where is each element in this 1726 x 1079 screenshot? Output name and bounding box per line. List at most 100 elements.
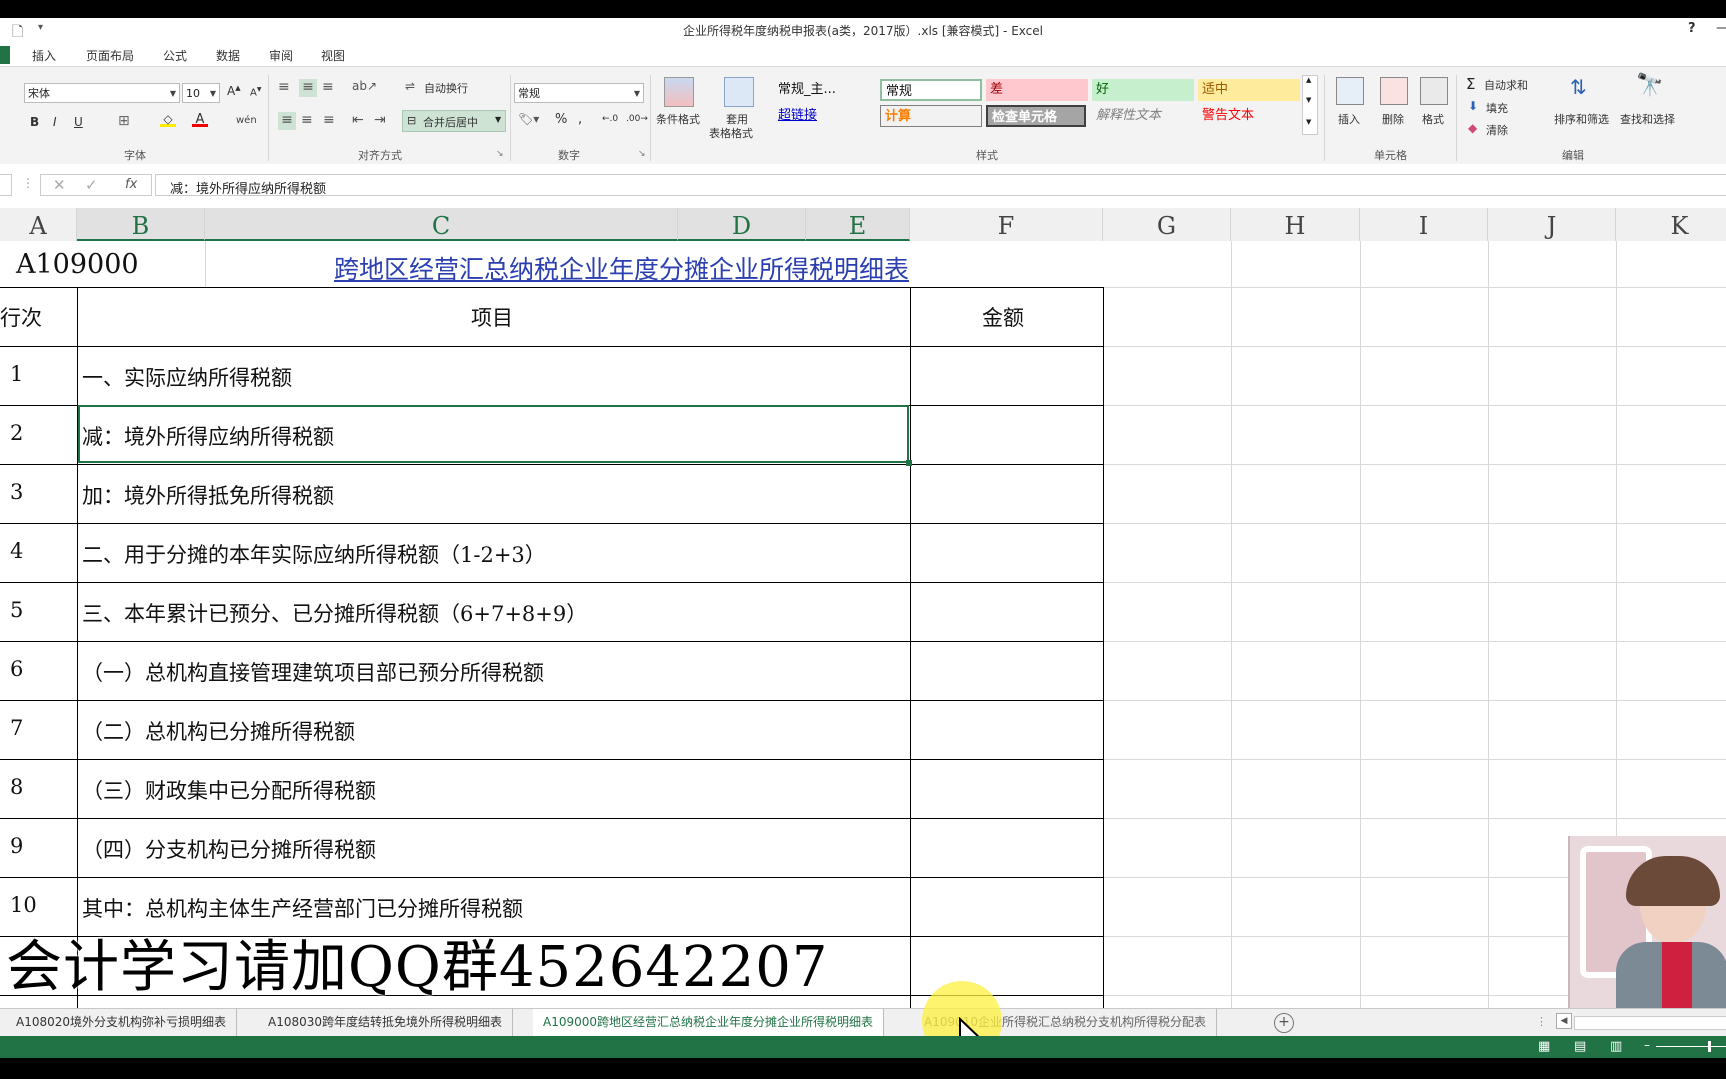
tab-scroll-dots[interactable]: ⋮ [1536, 1015, 1547, 1028]
decrease-decimal-icon[interactable]: .00→ [626, 114, 648, 124]
col-header-h[interactable]: H [1231, 208, 1360, 241]
sigma-icon[interactable]: Σ [1466, 75, 1475, 93]
merge-center-button[interactable]: ⊟ 合并后居中 ▼ [402, 110, 506, 132]
number-launcher-icon[interactable]: ↘ [638, 149, 646, 159]
increase-decimal-icon[interactable]: ←.0 [602, 114, 618, 124]
binoculars-icon[interactable]: 🔭 [1636, 73, 1663, 98]
add-sheet-button[interactable]: + [1274, 1013, 1294, 1033]
normal-view-icon[interactable]: ▦ [1538, 1039, 1550, 1054]
styles-gallery-scroll[interactable]: ▲ ▼ ▼ [1302, 75, 1318, 135]
find-select-button[interactable]: 查找和选择 [1620, 111, 1675, 127]
fill-down-icon[interactable]: ⬇ [1468, 99, 1478, 113]
col-header-f[interactable]: F [910, 208, 1103, 241]
style-good[interactable]: 好 [1092, 79, 1194, 101]
insert-cells-icon[interactable] [1336, 77, 1364, 105]
align-top-icon[interactable]: ≡ [278, 79, 290, 95]
col-header-a[interactable]: A [0, 208, 77, 241]
currency-icon[interactable]: 🏷▾ [518, 112, 539, 126]
sheet-tab[interactable]: A108020境外分支机构弥补亏损明细表 [6, 1009, 238, 1036]
zoom-slider-thumb[interactable] [1708, 1041, 1711, 1052]
shrink-font-icon[interactable]: A▼ [250, 86, 261, 98]
col-header-b[interactable]: B [77, 208, 205, 241]
decrease-indent-icon[interactable]: ⇤ [352, 112, 364, 128]
col-header-j[interactable]: J [1488, 208, 1616, 241]
align-right-icon[interactable]: ≡ [323, 112, 335, 128]
fill-button[interactable]: 填充 [1486, 100, 1508, 116]
align-middle-icon[interactable]: ≡ [299, 79, 317, 97]
tab-page-layout[interactable]: 页面布局 [86, 47, 134, 64]
row-item[interactable]: 其中：总机构主体生产经营部门已分摊所得税额 [82, 893, 523, 923]
row-item[interactable]: （一）总机构直接管理建筑项目部已预分所得税额 [82, 657, 544, 687]
eraser-icon[interactable]: ◆ [1468, 121, 1477, 135]
insert-cells-button[interactable]: 插入 [1338, 111, 1360, 127]
scroll-left-icon[interactable]: ◀ [1556, 1013, 1572, 1029]
table-format-label-2[interactable]: 表格格式 [709, 125, 753, 141]
col-header-g[interactable]: G [1103, 208, 1231, 241]
row-item[interactable]: （二）总机构已分摊所得税额 [82, 716, 355, 746]
col-header-d[interactable]: D [678, 208, 806, 241]
col-header-i[interactable]: I [1360, 208, 1488, 241]
autosum-button[interactable]: 自动求和 [1484, 77, 1528, 93]
row-item[interactable]: 减：境外所得应纳所得税额 [82, 421, 334, 451]
number-format-combo[interactable]: 常规 ▼ [514, 83, 644, 103]
zoom-slider[interactable] [1656, 1046, 1726, 1047]
sort-filter-button[interactable]: 排序和筛选 [1554, 111, 1609, 127]
orientation-icon[interactable]: ab↗ [352, 79, 377, 93]
worksheet-grid[interactable]: A109000 跨地区经营汇总纳税企业年度分摊企业所得税明细表 行次 项目 金额… [0, 241, 1726, 1008]
style-normal[interactable]: 常规 [880, 79, 982, 101]
tab-data[interactable]: 数据 [216, 47, 240, 64]
horizontal-scrollbar[interactable] [1574, 1016, 1726, 1030]
row-item[interactable]: 加：境外所得抵免所得税额 [82, 480, 334, 510]
format-cells-icon[interactable] [1420, 77, 1448, 105]
zoom-out-icon[interactable]: – [1644, 1038, 1650, 1052]
conditional-format-icon[interactable] [664, 77, 694, 107]
row-item[interactable]: 一、实际应纳所得税额 [82, 362, 292, 392]
table-format-icon[interactable] [724, 77, 754, 107]
row-item[interactable]: 三、本年累计已预分、已分摊所得税额（6+7+8+9） [82, 598, 587, 628]
italic-icon[interactable]: I [53, 115, 57, 129]
delete-cells-icon[interactable] [1380, 77, 1408, 105]
fill-color-icon[interactable]: ◇ [160, 112, 176, 130]
col-header-e[interactable]: E [806, 208, 910, 241]
sort-filter-icon[interactable]: ⇅ [1570, 75, 1587, 99]
row-item[interactable]: 二、用于分摊的本年实际应纳所得税额（1-2+3） [82, 539, 546, 569]
underline-icon[interactable]: U [74, 115, 83, 129]
tab-view[interactable]: 视图 [321, 47, 345, 64]
font-size-combo[interactable]: 10 ▼ [182, 83, 220, 103]
format-cells-button[interactable]: 格式 [1422, 111, 1444, 127]
style-check-cell[interactable]: 检查单元格 [986, 105, 1086, 127]
style-bad[interactable]: 差 [986, 79, 1088, 101]
col-header-c[interactable]: C [205, 208, 678, 241]
tab-insert[interactable]: 插入 [32, 47, 56, 64]
sheet-tab-active[interactable]: A109000跨地区经营汇总纳税企业年度分摊企业所得税明细表 [533, 1009, 885, 1038]
delete-cells-button[interactable]: 删除 [1382, 111, 1404, 127]
cancel-icon[interactable]: ✕ [53, 176, 66, 194]
row-item[interactable]: （三）财政集中已分配所得税额 [82, 775, 376, 805]
phonetic-icon[interactable]: wén [236, 115, 257, 126]
comma-icon[interactable]: , [578, 112, 582, 127]
wrap-text-icon[interactable]: ⇌ [405, 79, 415, 93]
clear-button[interactable]: 清除 [1486, 122, 1508, 138]
style-normal-main[interactable]: 常规_主... [774, 79, 876, 101]
conditional-format-button[interactable]: 条件格式 [656, 111, 700, 127]
col-header-k[interactable]: K [1616, 208, 1726, 241]
file-tab[interactable] [0, 46, 10, 64]
tab-formulas[interactable]: 公式 [163, 47, 187, 64]
increase-indent-icon[interactable]: ⇥ [374, 112, 386, 128]
align-launcher-icon[interactable]: ↘ [496, 149, 504, 159]
border-icon[interactable]: ⊞ [118, 113, 130, 129]
help-button[interactable]: ? [1688, 21, 1696, 36]
row-item[interactable]: （四）分支机构已分摊所得税额 [82, 834, 376, 864]
align-left-icon[interactable]: ≡ [278, 112, 296, 130]
wrap-text-button[interactable]: 自动换行 [424, 80, 468, 96]
grow-font-icon[interactable]: A▲ [227, 84, 241, 98]
style-neutral[interactable]: 适中 [1198, 79, 1300, 101]
style-explanatory[interactable]: 解释性文本 [1092, 105, 1194, 127]
enter-icon[interactable]: ✓ [85, 176, 98, 194]
bold-icon[interactable]: B [30, 115, 39, 129]
align-center-icon[interactable]: ≡ [301, 112, 313, 128]
page-break-view-icon[interactable]: ▥ [1610, 1039, 1622, 1054]
page-layout-view-icon[interactable]: ▤ [1574, 1039, 1586, 1054]
style-hyperlink[interactable]: 超链接 [774, 105, 876, 127]
insert-function-button[interactable]: fx [125, 177, 137, 192]
